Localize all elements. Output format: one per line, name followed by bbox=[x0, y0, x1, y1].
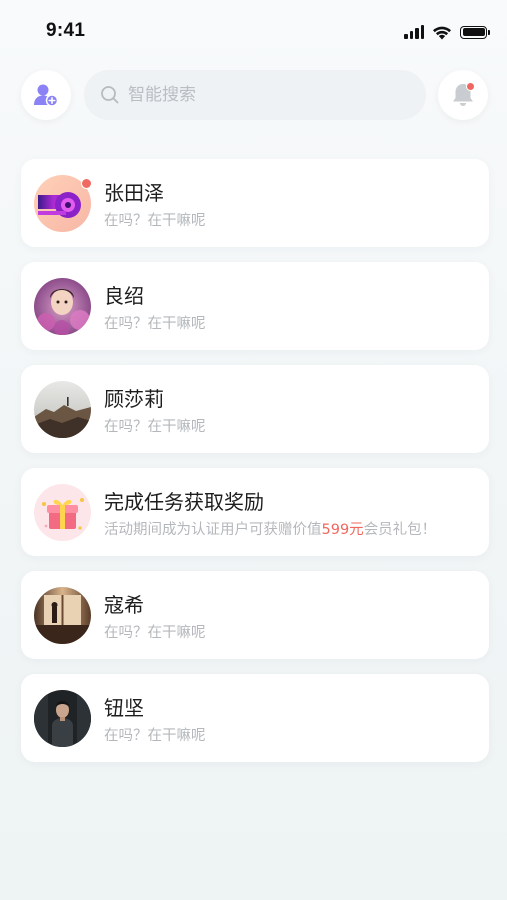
battery-icon bbox=[460, 25, 490, 39]
status-time: 9:41 bbox=[46, 20, 86, 41]
wifi-icon bbox=[433, 26, 451, 39]
status-bar: 9:41 bbox=[0, 0, 507, 64]
avatar bbox=[34, 587, 91, 644]
header bbox=[0, 68, 507, 124]
conversation-item[interactable]: 张田泽 在吗？在干嘛呢 bbox=[21, 159, 489, 247]
conversation-item[interactable]: 钮坚 在吗？在干嘛呢 bbox=[21, 674, 489, 762]
reward-description-suffix: 会员礼包！ bbox=[363, 522, 437, 538]
reward-description-text: 活动期间成为认证用户可获赠价值 bbox=[104, 522, 322, 538]
unread-badge bbox=[81, 178, 92, 189]
contact-name: 良绍 bbox=[104, 284, 144, 308]
conversation-item[interactable]: 顾莎莉 在吗？在干嘛呢 bbox=[21, 365, 489, 453]
avatar bbox=[34, 381, 91, 438]
conversation-list: 张田泽 在吗？在干嘛呢 良绍 在吗？在干嘛呢 顾莎莉 在吗？在干嘛呢 完成任务获… bbox=[21, 159, 489, 777]
last-message: 在吗？在干嘛呢 bbox=[104, 728, 206, 744]
add-friend-icon bbox=[34, 84, 59, 107]
reward-title: 完成任务获取奖励 bbox=[104, 490, 264, 514]
last-message: 在吗？在干嘛呢 bbox=[104, 213, 206, 229]
notification-badge bbox=[466, 82, 475, 91]
search-icon bbox=[101, 86, 119, 104]
add-friend-button[interactable] bbox=[21, 70, 71, 120]
search-input[interactable] bbox=[126, 84, 410, 106]
contact-name: 寇希 bbox=[104, 593, 144, 617]
reward-value: 599元 bbox=[321, 522, 364, 538]
conversation-item[interactable]: 寇希 在吗？在干嘛呢 bbox=[21, 571, 489, 659]
notification-button[interactable] bbox=[438, 70, 488, 120]
last-message: 在吗？在干嘛呢 bbox=[104, 316, 206, 332]
gift-avatar bbox=[34, 484, 91, 541]
avatar bbox=[34, 278, 91, 335]
cellular-signal-icon bbox=[404, 25, 424, 39]
contact-name: 钮坚 bbox=[104, 696, 144, 720]
last-message: 在吗？在干嘛呢 bbox=[104, 625, 206, 641]
status-icons bbox=[404, 22, 490, 42]
conversation-item[interactable]: 良绍 在吗？在干嘛呢 bbox=[21, 262, 489, 350]
reward-description: 活动期间成为认证用户可获赠价值599元会员礼包！ bbox=[104, 518, 436, 539]
reward-task-item[interactable]: 完成任务获取奖励 活动期间成为认证用户可获赠价值599元会员礼包！ bbox=[21, 468, 489, 556]
last-message: 在吗？在干嘛呢 bbox=[104, 419, 206, 435]
contact-name: 顾莎莉 bbox=[104, 387, 164, 411]
avatar bbox=[34, 690, 91, 747]
gift-icon bbox=[34, 484, 91, 541]
search-box[interactable] bbox=[84, 70, 426, 120]
contact-name: 张田泽 bbox=[104, 181, 164, 205]
